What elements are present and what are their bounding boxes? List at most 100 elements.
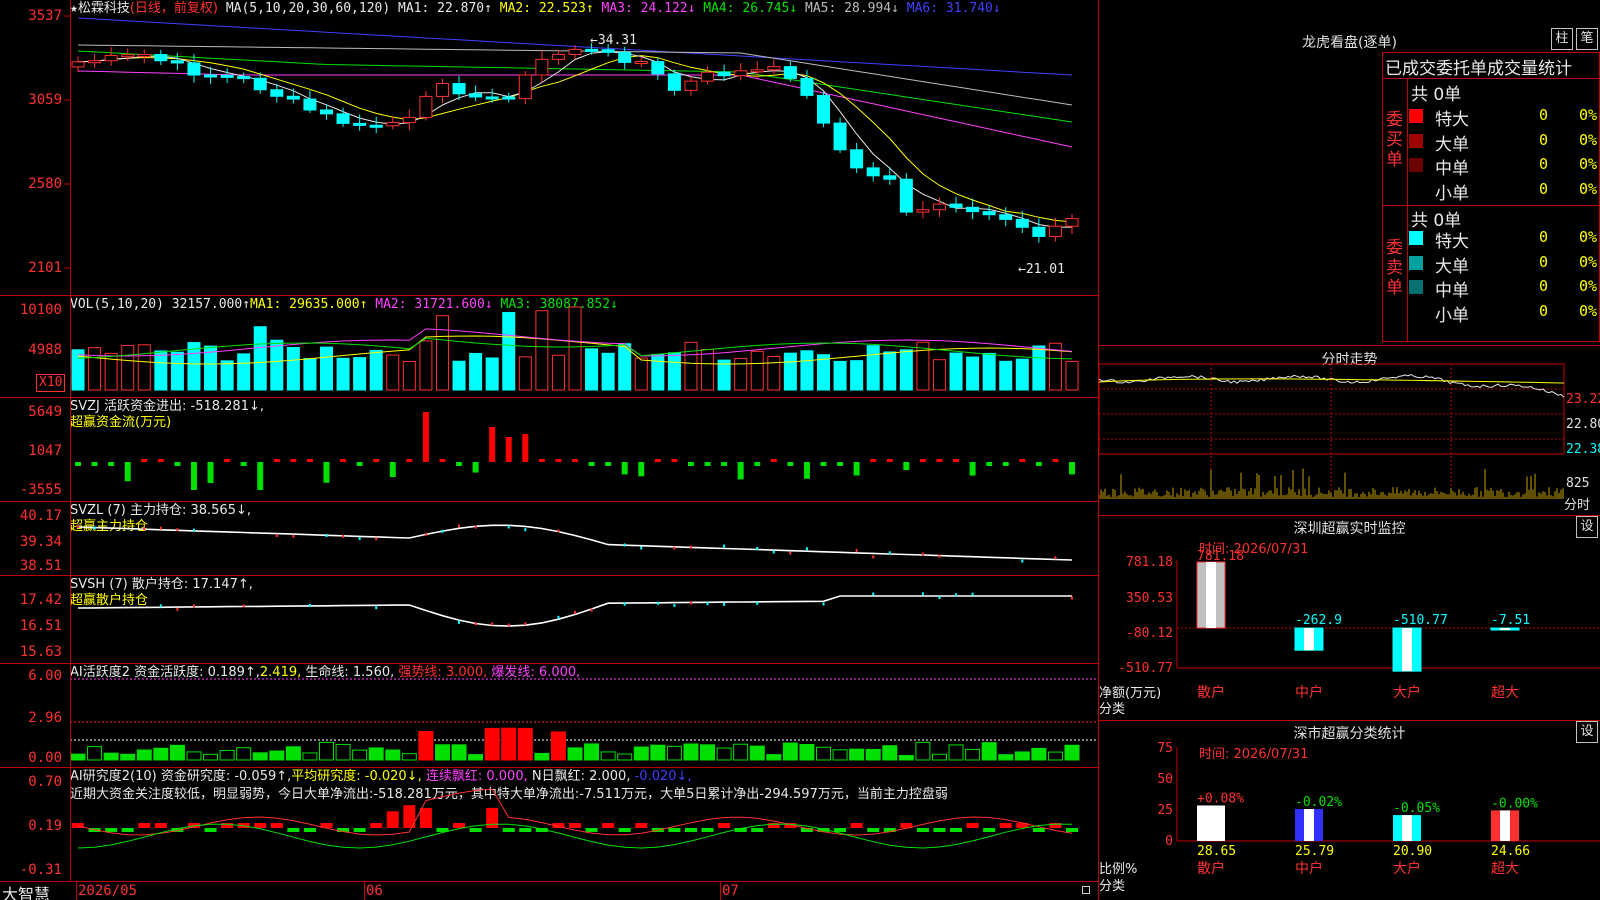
volume-chart[interactable] bbox=[0, 296, 1098, 398]
buy-row: 大单 0 0% bbox=[1409, 129, 1600, 155]
retail-position-line-marker bbox=[656, 601, 659, 605]
stats-panel[interactable]: 深市超赢分类统计 设 时间: 2026/07/31 比例% 分类 75 50 25 0… bbox=[1099, 720, 1600, 900]
candle bbox=[170, 60, 184, 64]
monitor-bar-highlight bbox=[1500, 628, 1510, 630]
candle bbox=[204, 74, 218, 78]
ai-research-panel[interactable]: AI研究度2(10) 资金研究度: -0.059↑,平均研究度: -0.020↓… bbox=[0, 768, 1098, 882]
candle bbox=[999, 214, 1013, 220]
research-bar bbox=[1032, 828, 1045, 832]
svzj-chart[interactable] bbox=[0, 398, 1098, 502]
research-bar bbox=[303, 828, 316, 832]
main-position-line-marker bbox=[640, 546, 643, 550]
fund-flow-bar bbox=[886, 459, 893, 462]
monitor-panel[interactable]: 深圳超赢实时监控 设 时间: 2026/07/31 净额(万元) 分类 781.… bbox=[1099, 515, 1600, 720]
volume-bar bbox=[170, 351, 184, 391]
svzl-panel[interactable]: SVZL (7) 主力持仓: 38.565↓, 超赢主力持仓 40.17 39.… bbox=[0, 502, 1098, 576]
fund-flow-bar bbox=[704, 462, 711, 466]
volume-bar bbox=[899, 349, 913, 391]
retail-position-line-marker bbox=[971, 592, 974, 596]
bar-view-button[interactable]: 柱 bbox=[1551, 28, 1573, 50]
candle bbox=[634, 61, 648, 65]
monitor-bar-value: -7.51 bbox=[1491, 613, 1530, 628]
retail-position-line-marker bbox=[921, 592, 924, 596]
volume-bar bbox=[651, 353, 665, 391]
retail-position-line-marker bbox=[159, 604, 162, 608]
volume-bar bbox=[502, 312, 516, 391]
intraday-panel[interactable]: 分时走势 23.22 22.80 22.38 825 分时 bbox=[1099, 345, 1600, 515]
svsh-chart[interactable] bbox=[0, 576, 1098, 664]
monitor-chart[interactable]: 781.18 350.53 -80.12 -510.77 781.18 散户 -262.9 中… bbox=[1099, 516, 1600, 721]
monitor-y-label: -510.77 bbox=[1118, 661, 1173, 676]
activity-bar bbox=[998, 754, 1014, 761]
candle bbox=[667, 73, 681, 91]
activity-bar bbox=[335, 743, 351, 761]
lock-icon[interactable] bbox=[1082, 886, 1090, 894]
retail-position-line-marker bbox=[308, 603, 311, 607]
volume-panel[interactable]: VOL(5,10,20) 32157.000↑MA1: 29635.000↑ M… bbox=[0, 296, 1098, 398]
stats-bar-highlight bbox=[1500, 810, 1510, 841]
stats-bar-value: 28.65 bbox=[1197, 844, 1236, 859]
candle bbox=[767, 66, 781, 71]
fund-flow-bar bbox=[572, 459, 578, 462]
candle bbox=[734, 70, 748, 77]
retail-position-line-marker bbox=[623, 602, 626, 606]
stats-bar-change: -0.05% bbox=[1393, 801, 1440, 816]
svsh-panel[interactable]: SVSH (7) 散户持仓: 17.147↑, 超赢散户持仓 17.42 16.… bbox=[0, 576, 1098, 664]
activity-bar bbox=[865, 748, 881, 761]
candle bbox=[883, 175, 897, 180]
activity-bar bbox=[1031, 747, 1047, 761]
sell-row: 特大 0 0% bbox=[1409, 226, 1600, 252]
ai-activity-chart[interactable] bbox=[0, 664, 1098, 768]
candle bbox=[402, 116, 416, 124]
candle bbox=[286, 95, 300, 100]
candle bbox=[237, 76, 251, 80]
stats-y-label: 25 bbox=[1157, 803, 1173, 818]
color-swatch bbox=[1409, 109, 1423, 123]
volume-bar bbox=[734, 357, 748, 391]
activity-bar bbox=[584, 743, 600, 761]
activity-bar bbox=[981, 742, 997, 761]
tick-view-button[interactable]: 笔 bbox=[1576, 28, 1598, 50]
kline-chart[interactable] bbox=[0, 0, 1098, 296]
fund-flow-bar bbox=[770, 459, 777, 462]
order-size-label: 中单 bbox=[1435, 281, 1469, 301]
volume-bar bbox=[883, 351, 897, 391]
main-position-line-marker bbox=[938, 554, 941, 558]
candle bbox=[518, 74, 532, 100]
activity-bar bbox=[169, 744, 185, 761]
svzj-panel[interactable]: SVZJ 活跃资金进出: -518.281↓, 超赢资金流(万元) 5649 1… bbox=[0, 398, 1098, 502]
main-position-line-marker bbox=[342, 534, 345, 538]
candle bbox=[187, 62, 201, 76]
activity-bar bbox=[103, 752, 119, 761]
monitor-category: 大户 bbox=[1393, 684, 1421, 701]
volume-bar bbox=[518, 356, 532, 391]
candle bbox=[104, 54, 118, 62]
order-percent: 0% bbox=[1579, 179, 1598, 198]
research-bar bbox=[751, 828, 764, 832]
fund-flow-bar bbox=[787, 462, 794, 466]
research-bar bbox=[270, 823, 283, 828]
date-label: 2026/05 bbox=[78, 883, 138, 899]
svzl-chart[interactable] bbox=[0, 502, 1098, 576]
intraday-chart[interactable] bbox=[1099, 346, 1600, 516]
fund-flow-bar bbox=[737, 462, 744, 480]
monitor-bar-highlight bbox=[1304, 628, 1314, 651]
main-position-line-marker bbox=[424, 532, 427, 536]
candle bbox=[916, 209, 930, 213]
stats-chart[interactable]: 75 50 25 0 +0.08% 28.65散户 -0.02% 25.79中户 -0.05% 2… bbox=[1099, 721, 1600, 900]
fund-flow-bar bbox=[157, 459, 164, 462]
volume-bar bbox=[320, 346, 333, 391]
ai-research-chart[interactable] bbox=[0, 768, 1098, 882]
research-bar bbox=[287, 828, 300, 832]
kline-panel[interactable]: ★松霖科技(日线，前复权) MA(5,10,20,30,60,120) MA1:… bbox=[0, 0, 1098, 296]
monitor-category: 散户 bbox=[1197, 684, 1225, 701]
research-bar bbox=[353, 828, 366, 832]
candle bbox=[568, 48, 582, 55]
candle bbox=[1048, 225, 1062, 237]
volume-bar bbox=[684, 341, 698, 391]
dragon-title: 龙虎看盘(逐单) bbox=[1302, 35, 1397, 51]
activity-bar bbox=[368, 747, 384, 761]
candle bbox=[71, 61, 85, 68]
brand-logo: 大智慧 bbox=[2, 885, 51, 900]
ai-activity-panel[interactable]: AI活跃度2 资金活跃度: 0.189↑,2.419, 生命线: 1.560, … bbox=[0, 664, 1098, 768]
